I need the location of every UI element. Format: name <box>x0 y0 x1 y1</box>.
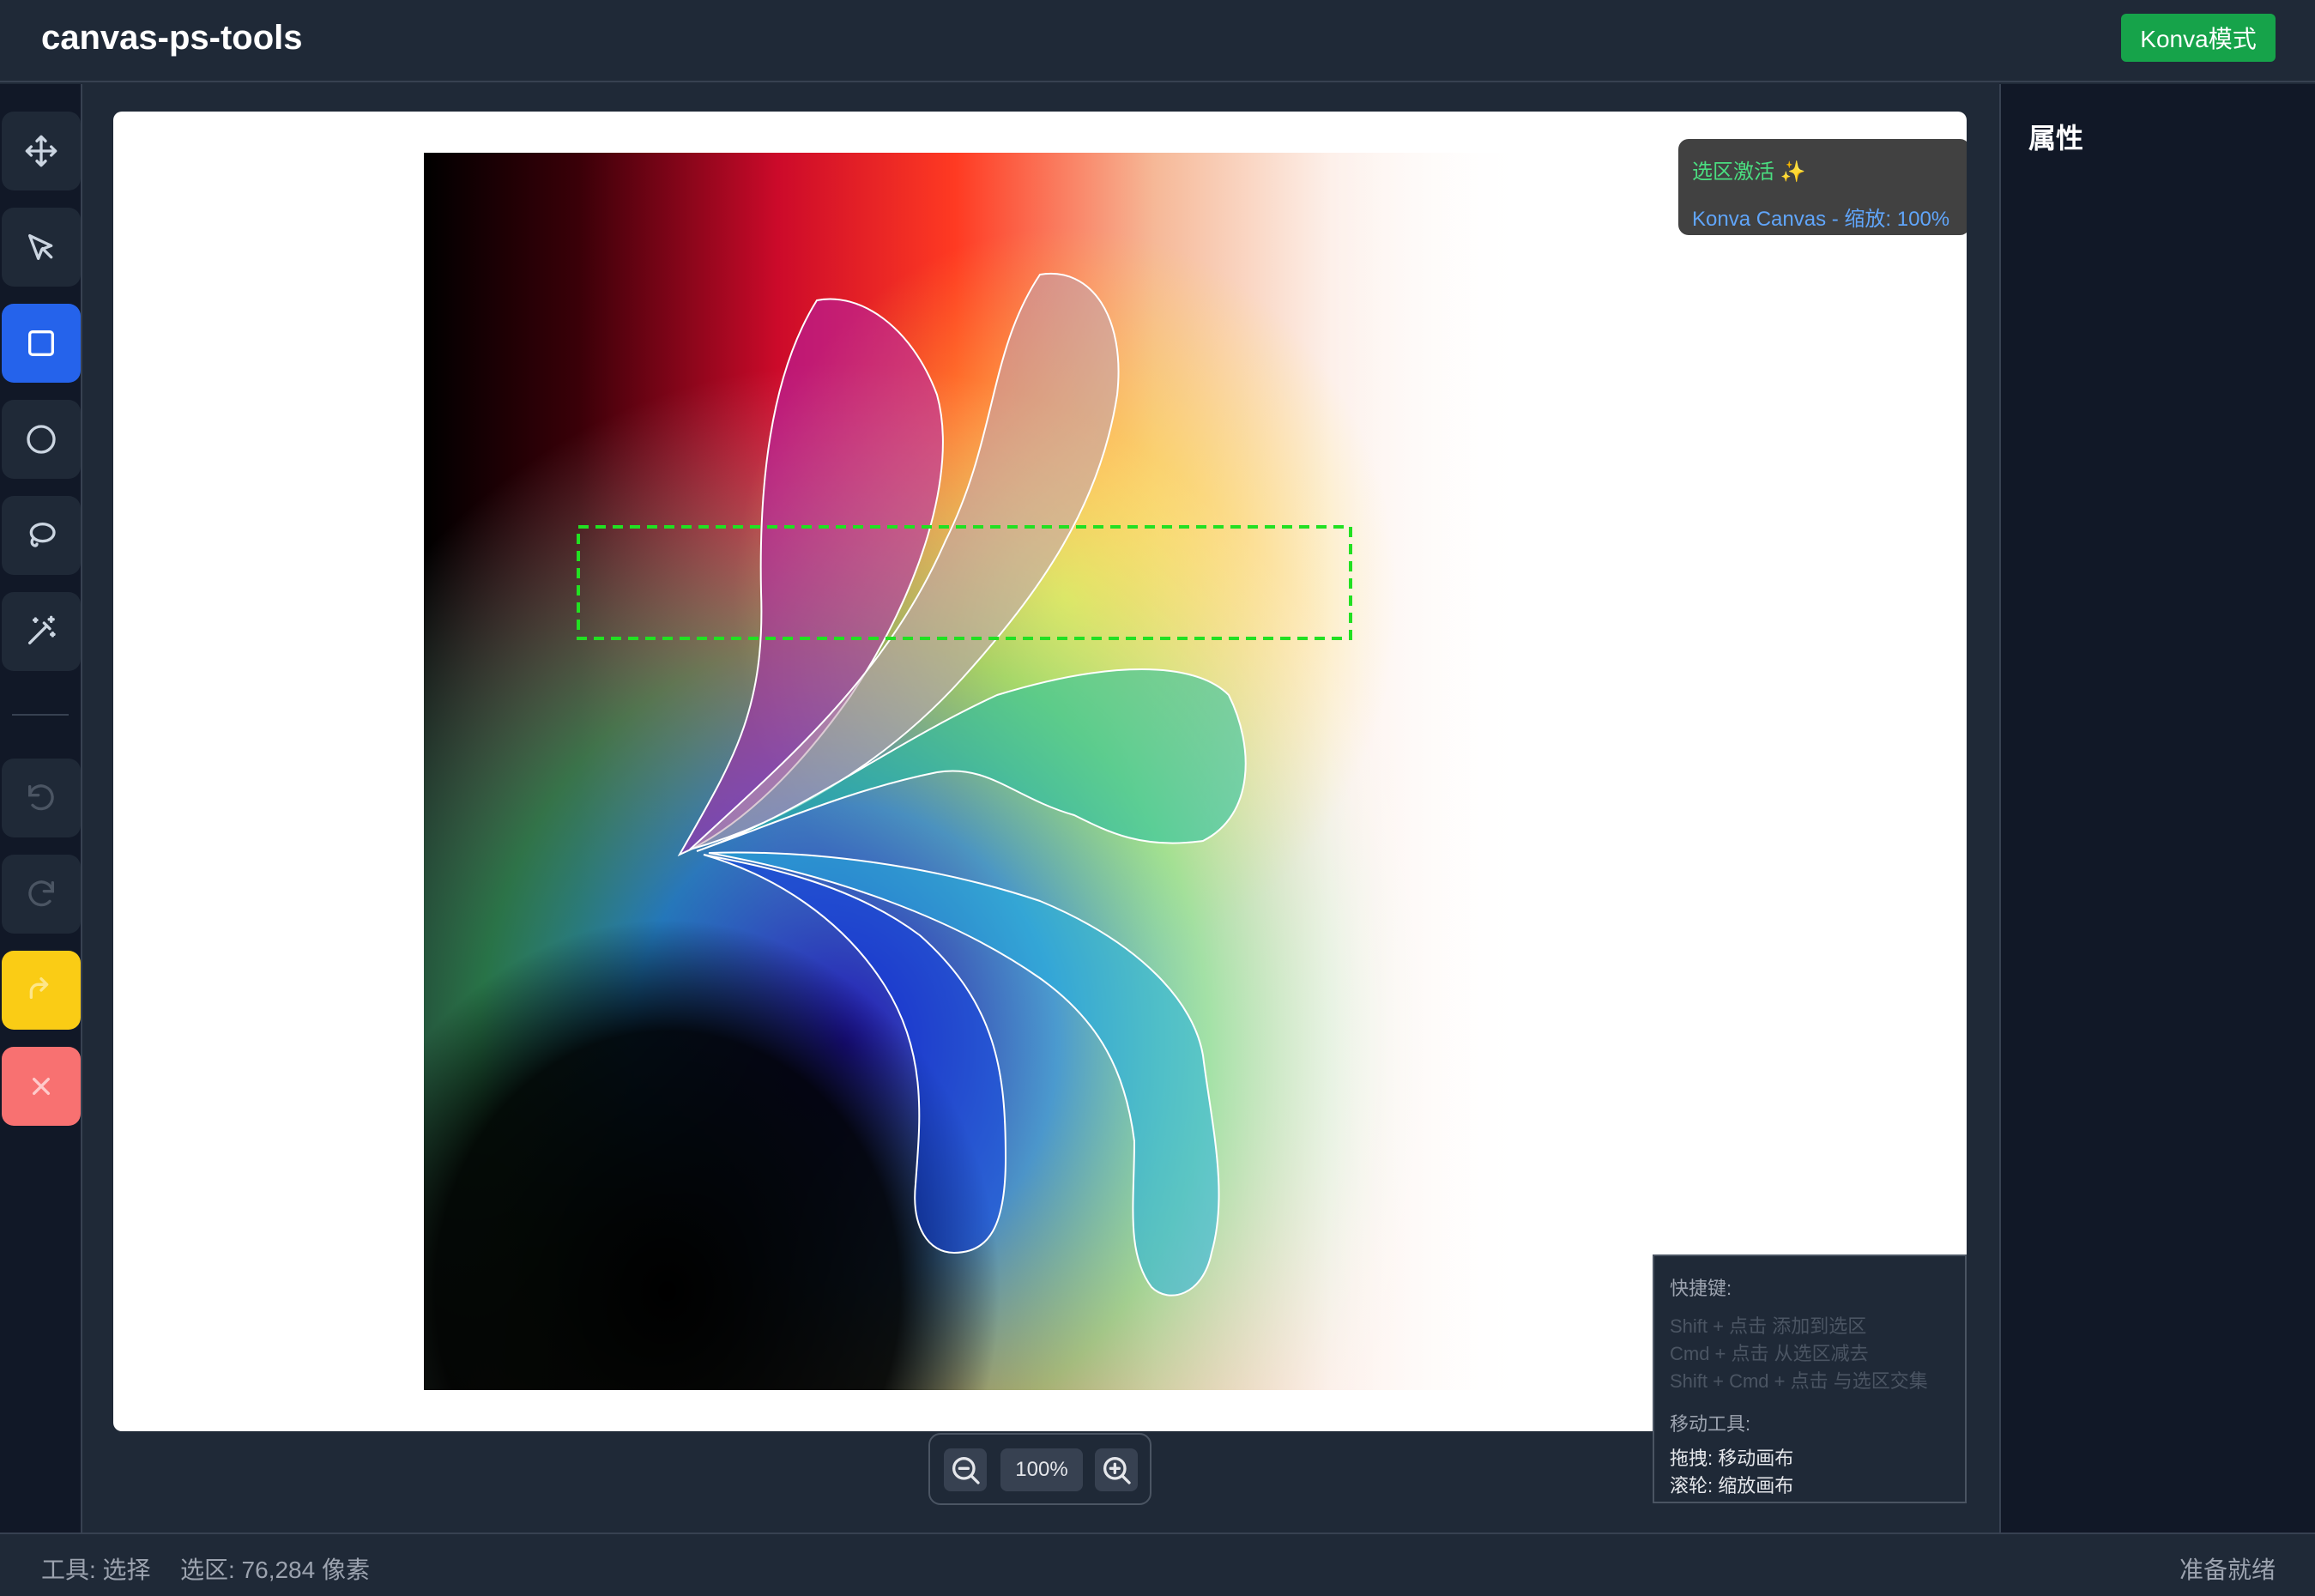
current-tool-status: 工具: 选择 <box>41 1557 151 1583</box>
shortcut-item: 滚轮: 缩放画布 <box>1670 1475 1794 1496</box>
app-title: canvas-ps-tools <box>41 19 303 57</box>
zoom-in-icon <box>1103 1457 1131 1484</box>
status-bar: 工具: 选择 选区: 76,284 像素 准备就绪 <box>0 1533 2315 1596</box>
zoom-level: 100% <box>1000 1448 1083 1491</box>
clear-button[interactable] <box>2 1047 81 1126</box>
lasso-icon <box>29 523 56 547</box>
header-bar: canvas-ps-tools Konva模式 <box>0 0 2315 82</box>
magic-wand-tool-button[interactable] <box>2 592 81 671</box>
square-icon <box>28 330 54 356</box>
rectangle-select-tool-button[interactable] <box>2 304 81 383</box>
app-window: canvas-ps-tools Konva模式 选区激活 ✨ Konva Can… <box>0 0 2315 1596</box>
zoom-out-button[interactable] <box>944 1448 987 1491</box>
selection-size-status: 选区: 76,284 像素 <box>180 1557 370 1583</box>
zoom-out-icon <box>952 1457 980 1484</box>
shortcut-item: Shift + Cmd + 点击 与选区交集 <box>1670 1370 1928 1392</box>
canvas-status-overlay: 选区激活 ✨ Konva Canvas - 缩放: 100% <box>1678 139 1967 235</box>
circle-icon <box>27 425 56 454</box>
move-tool-shortcuts-title: 移动工具: <box>1670 1413 1751 1435</box>
close-icon <box>33 1078 50 1095</box>
redo-icon <box>28 880 54 907</box>
export-button[interactable] <box>2 951 81 1030</box>
ellipse-select-tool-button[interactable] <box>2 400 81 479</box>
canvas-image[interactable] <box>113 112 1967 1431</box>
properties-title: 属性 <box>2028 123 2084 154</box>
shortcut-item: 拖拽: 移动画布 <box>1670 1448 1794 1469</box>
shortcut-item: Cmd + 点击 从选区减去 <box>1670 1343 1869 1364</box>
shortcuts-panel: 快捷键: Shift + 点击 添加到选区 Cmd + 点击 从选区减去 Shi… <box>1653 1254 1967 1503</box>
move-tool-button[interactable] <box>2 112 81 190</box>
magic-wand-icon <box>28 615 56 644</box>
tool-sidebar <box>0 84 82 1533</box>
cursor-arrow-icon <box>28 234 53 260</box>
konva-canvas[interactable]: 选区激活 ✨ Konva Canvas - 缩放: 100% <box>113 112 1967 1431</box>
zoom-controls: 100% <box>928 1433 1151 1505</box>
konva-mode-button[interactable]: Konva模式 <box>2121 14 2276 62</box>
lasso-tool-button[interactable] <box>2 496 81 575</box>
canvas-zoom-info: Konva Canvas - 缩放: 100% <box>1692 208 1950 231</box>
zoom-in-button[interactable] <box>1095 1448 1138 1491</box>
shortcut-item: Shift + 点击 添加到选区 <box>1670 1315 1867 1337</box>
share-arrow-icon <box>29 977 49 999</box>
redo-button[interactable] <box>2 855 81 934</box>
toolbar-divider <box>12 714 69 716</box>
shortcuts-title: 快捷键: <box>1670 1278 1732 1299</box>
move-icon <box>25 135 57 167</box>
select-tool-button[interactable] <box>2 208 81 287</box>
selection-active-label: 选区激活 ✨ <box>1692 160 1806 184</box>
ready-status: 准备就绪 <box>2179 1557 2276 1583</box>
properties-panel: 属性 <box>1999 84 2315 1533</box>
undo-icon <box>28 784 54 811</box>
undo-button[interactable] <box>2 759 81 837</box>
main-workspace: 选区激活 ✨ Konva Canvas - 缩放: 100% 快捷键: Shif… <box>84 84 1998 1533</box>
